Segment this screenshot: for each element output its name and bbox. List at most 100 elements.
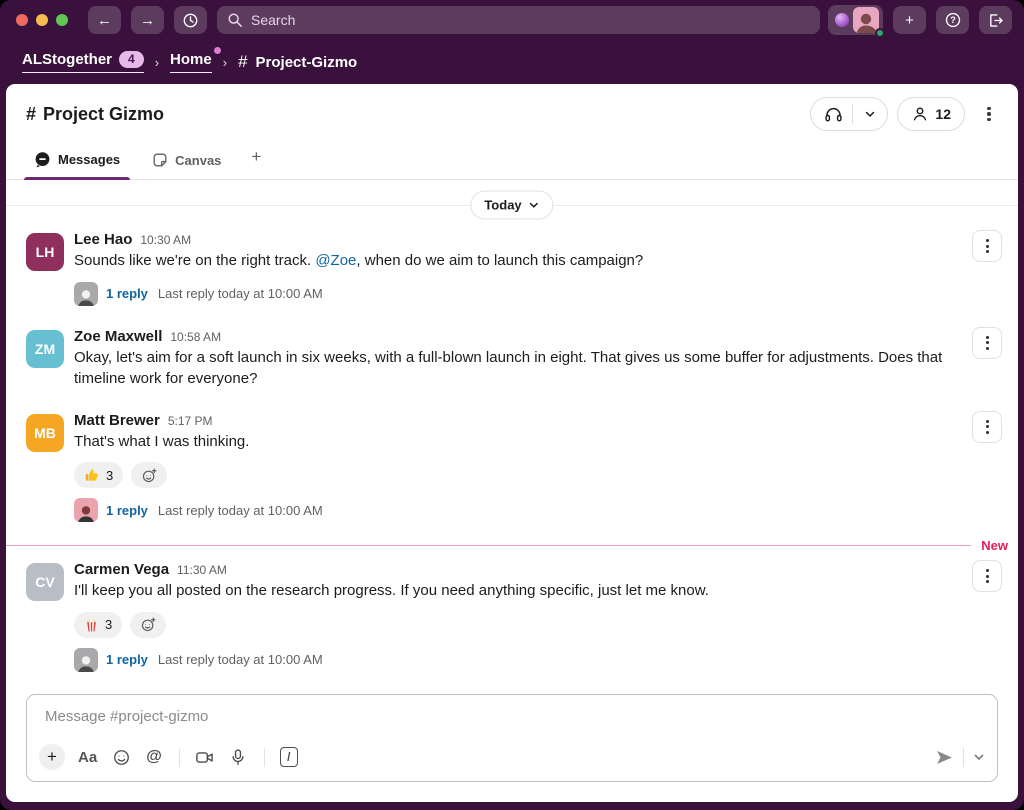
avatar[interactable]: CV (26, 563, 64, 601)
reply-count-link[interactable]: 1 reply (106, 652, 148, 667)
sign-out-button[interactable] (979, 6, 1012, 34)
message-input[interactable]: Message #project-gizmo (39, 708, 985, 727)
message-actions-button[interactable] (972, 560, 1002, 592)
message-timestamp[interactable]: 10:30 AM (140, 233, 191, 247)
breadcrumb-channel[interactable]: # Project-Gizmo (238, 52, 357, 72)
message-actions-button[interactable] (972, 411, 1002, 443)
divider (264, 748, 265, 767)
video-clip-button[interactable] (195, 748, 214, 767)
thread-summary[interactable]: 1 reply Last reply today at 10:00 AM (74, 498, 998, 522)
composer-toolbar: + Aa @ (39, 744, 985, 770)
shortcuts-button[interactable]: / (280, 747, 298, 767)
message-carmen-vega: CV Carmen Vega 11:30 AM I'll keep you al… (6, 554, 1018, 679)
person-icon (911, 105, 929, 123)
attach-button[interactable]: + (39, 744, 65, 770)
message-timestamp[interactable]: 11:30 AM (177, 563, 227, 577)
new-messages-label: New (981, 538, 1008, 553)
message-timestamp[interactable]: 10:58 AM (170, 330, 221, 344)
thumbs-up-emoji (84, 467, 100, 483)
channel-title: Project Gizmo (43, 104, 164, 125)
huddle-options-button[interactable] (853, 98, 887, 130)
send-options-button[interactable] (973, 751, 985, 763)
breadcrumb-home[interactable]: Home (170, 51, 212, 73)
send-button[interactable] (935, 748, 954, 767)
add-reaction-button[interactable] (131, 462, 167, 488)
avatar[interactable]: MB (26, 414, 64, 452)
thread-summary[interactable]: 1 reply Last reply today at 10:00 AM (74, 282, 998, 306)
channel-panel: # Project Gizmo (6, 84, 1018, 802)
thread-summary[interactable]: 1 reply Last reply today at 10:00 AM (74, 648, 998, 672)
add-reaction-button[interactable] (130, 612, 166, 638)
reactions: 3 (74, 462, 998, 488)
audio-clip-button[interactable] (229, 748, 247, 766)
microphone-icon (229, 748, 247, 766)
help-button[interactable]: ? (936, 6, 969, 34)
channel-tabs: Messages Canvas + (6, 135, 1018, 180)
message-bubble-icon (34, 151, 51, 168)
divider (179, 748, 180, 767)
channel-crumb-label: Project-Gizmo (256, 54, 358, 71)
huddle-button[interactable] (811, 98, 852, 130)
mention-button[interactable]: @ (146, 748, 162, 766)
chevron-down-icon (864, 108, 876, 120)
reaction-count: 3 (106, 468, 113, 483)
last-reply-text: Last reply today at 10:00 AM (158, 652, 323, 667)
workspace-name: ALStogether (22, 51, 112, 68)
close-window-button[interactable] (16, 14, 28, 26)
back-button[interactable]: ← (88, 6, 121, 34)
maximize-window-button[interactable] (56, 14, 68, 26)
formatting-button[interactable]: Aa (78, 749, 97, 766)
tab-messages[interactable]: Messages (22, 143, 132, 179)
mention-link[interactable]: @Zoe (315, 252, 356, 269)
user-menu-button[interactable] (828, 5, 883, 35)
message-text: Okay, let's aim for a soft launch in six… (74, 347, 982, 390)
window-controls (16, 14, 68, 26)
date-divider-button[interactable]: Today (470, 191, 553, 220)
avatar[interactable]: LH (26, 233, 64, 271)
search-input[interactable] (251, 12, 810, 28)
thread-participant-avatar (74, 498, 98, 522)
member-count: 12 (935, 106, 951, 122)
minimize-window-button[interactable] (36, 14, 48, 26)
message-text: I'll keep you all posted on the research… (74, 580, 982, 602)
message-actions-button[interactable] (972, 230, 1002, 262)
breadcrumb-separator: › (155, 55, 159, 70)
reaction-popcorn[interactable]: 3 (74, 612, 122, 638)
members-button[interactable]: 12 (897, 97, 965, 131)
message-lee-hao: LH Lee Hao 10:30 AM Sounds like we're on… (6, 224, 1018, 313)
emoji-button[interactable] (112, 748, 131, 767)
search-bar[interactable] (217, 6, 820, 34)
svg-text:?: ? (950, 15, 956, 25)
reaction-count: 3 (105, 617, 112, 632)
divider-line (6, 545, 971, 546)
breadcrumb-workspace[interactable]: ALStogether 4 (22, 51, 144, 73)
history-button[interactable] (174, 6, 207, 34)
hash-icon: # (238, 52, 247, 72)
home-unread-dot (214, 47, 221, 54)
reply-count-link[interactable]: 1 reply (106, 503, 148, 518)
channel-header: # Project Gizmo (6, 84, 1018, 135)
titlebar: ← → + ? (0, 0, 1024, 40)
add-tab-button[interactable]: + (241, 141, 271, 179)
date-divider: Today (6, 190, 1018, 220)
avatar[interactable]: ZM (26, 330, 64, 368)
new-message-button[interactable]: + (893, 6, 926, 34)
thread-participant-avatar (74, 648, 98, 672)
message-author[interactable]: Lee Hao (74, 231, 132, 248)
reply-count-link[interactable]: 1 reply (106, 286, 148, 301)
message-actions-button[interactable] (972, 327, 1002, 359)
channel-more-actions-button[interactable] (974, 98, 1004, 130)
send-icon (935, 748, 954, 767)
add-reaction-icon (141, 467, 158, 484)
message-timestamp[interactable]: 5:17 PM (168, 414, 213, 428)
reaction-thumbs-up[interactable]: 3 (74, 462, 123, 488)
message-author[interactable]: Zoe Maxwell (74, 328, 162, 345)
message-author[interactable]: Matt Brewer (74, 412, 160, 429)
search-icon (227, 12, 243, 28)
message-author[interactable]: Carmen Vega (74, 561, 169, 578)
tab-canvas[interactable]: Canvas (140, 144, 233, 179)
help-icon: ? (944, 11, 962, 29)
crystal-ball-status-icon (835, 13, 849, 27)
message-matt-brewer: MB Matt Brewer 5:17 PM That's what I was… (6, 405, 1018, 530)
forward-button[interactable]: → (131, 6, 164, 34)
